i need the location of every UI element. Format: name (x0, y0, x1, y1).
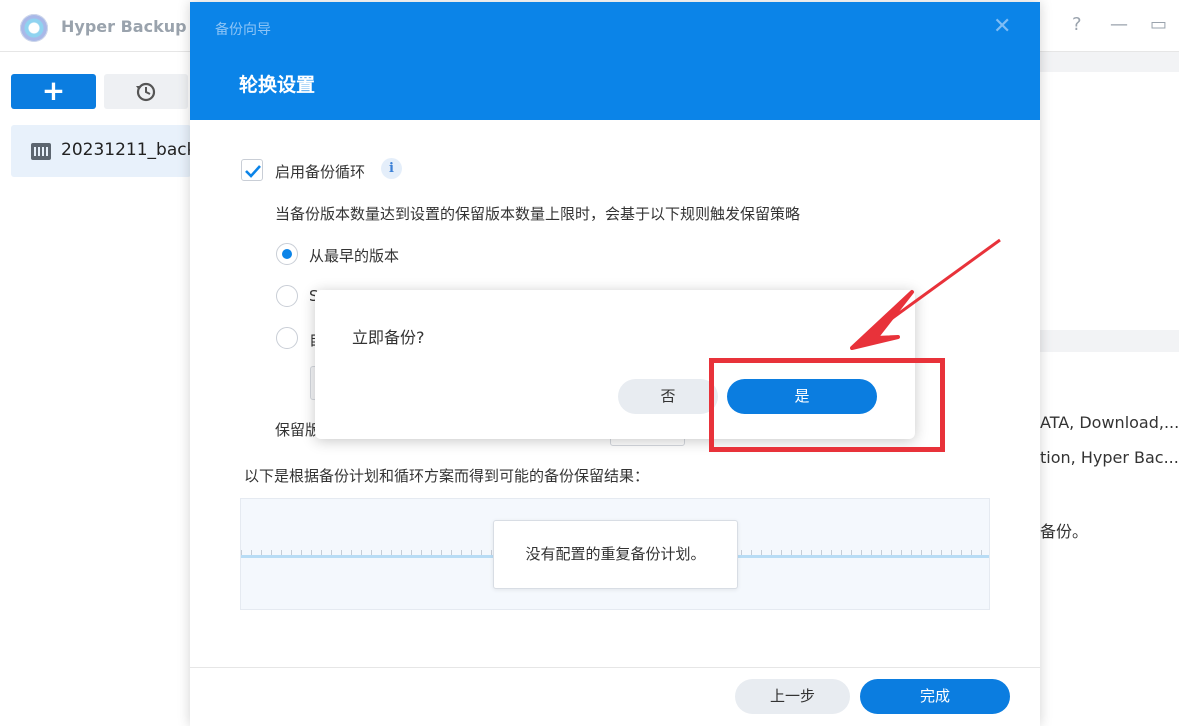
background-panel-bar (1040, 330, 1179, 352)
radio-label: 从最早的版本 (309, 247, 400, 265)
retention-timeline: 没有配置的重复备份计划。 (240, 498, 990, 610)
background-panel-text: ATA, Download,... (1040, 413, 1179, 432)
highlight-box (709, 358, 945, 452)
radio-earliest-version[interactable] (276, 243, 298, 265)
background-panel-text: tion, Hyper Bac... (1040, 448, 1179, 467)
finish-button[interactable]: 完成 (860, 679, 1010, 714)
nas-icon (31, 143, 51, 160)
previous-button[interactable]: 上一步 (735, 679, 850, 714)
retention-result-label: 以下是根据备份计划和循环方案而得到可能的备份保留结果： (244, 467, 650, 485)
wizard-footer-divider (190, 667, 1040, 668)
sidebar-task-item[interactable]: 20231211_backup (11, 125, 191, 177)
plus-icon: + (41, 74, 66, 107)
close-icon[interactable]: ✕ (993, 14, 1011, 39)
info-icon[interactable]: i (381, 158, 402, 179)
restore-button[interactable] (104, 74, 188, 109)
background-panel-text: 备份。 (1040, 522, 1089, 541)
wizard-header: 备份向导 ✕ 轮换设置 (190, 2, 1040, 120)
enable-rotation-checkbox[interactable] (241, 159, 263, 181)
task-label: 20231211_backup (61, 140, 191, 160)
wizard-title: 轮换设置 (239, 74, 316, 96)
app-title: Hyper Backup (61, 17, 187, 36)
no-button[interactable]: 否 (618, 379, 718, 414)
checkmark-icon (245, 165, 261, 178)
hyper-backup-logo-icon (20, 14, 48, 42)
confirm-message: 立即备份? (352, 328, 425, 347)
history-icon (136, 82, 156, 102)
radio-custom[interactable] (276, 327, 298, 349)
add-task-button[interactable]: + (11, 74, 96, 109)
maximize-icon[interactable]: ▭ (1150, 14, 1167, 35)
no-plan-message: 没有配置的重复备份计划。 (493, 520, 738, 589)
rotation-description: 当备份版本数量达到设置的保留版本数量上限时，会基于以下规则触发保留策略 (275, 205, 801, 223)
radio-smart-recycle[interactable] (276, 285, 298, 307)
wizard-name: 备份向导 (215, 22, 271, 38)
minimize-icon[interactable]: — (1110, 14, 1128, 35)
keep-versions-label: 保留版 (275, 421, 321, 439)
background-panel-bar (1040, 52, 1179, 72)
enable-rotation-label: 启用备份循环 (275, 163, 366, 181)
help-icon[interactable]: ? (1072, 14, 1082, 35)
